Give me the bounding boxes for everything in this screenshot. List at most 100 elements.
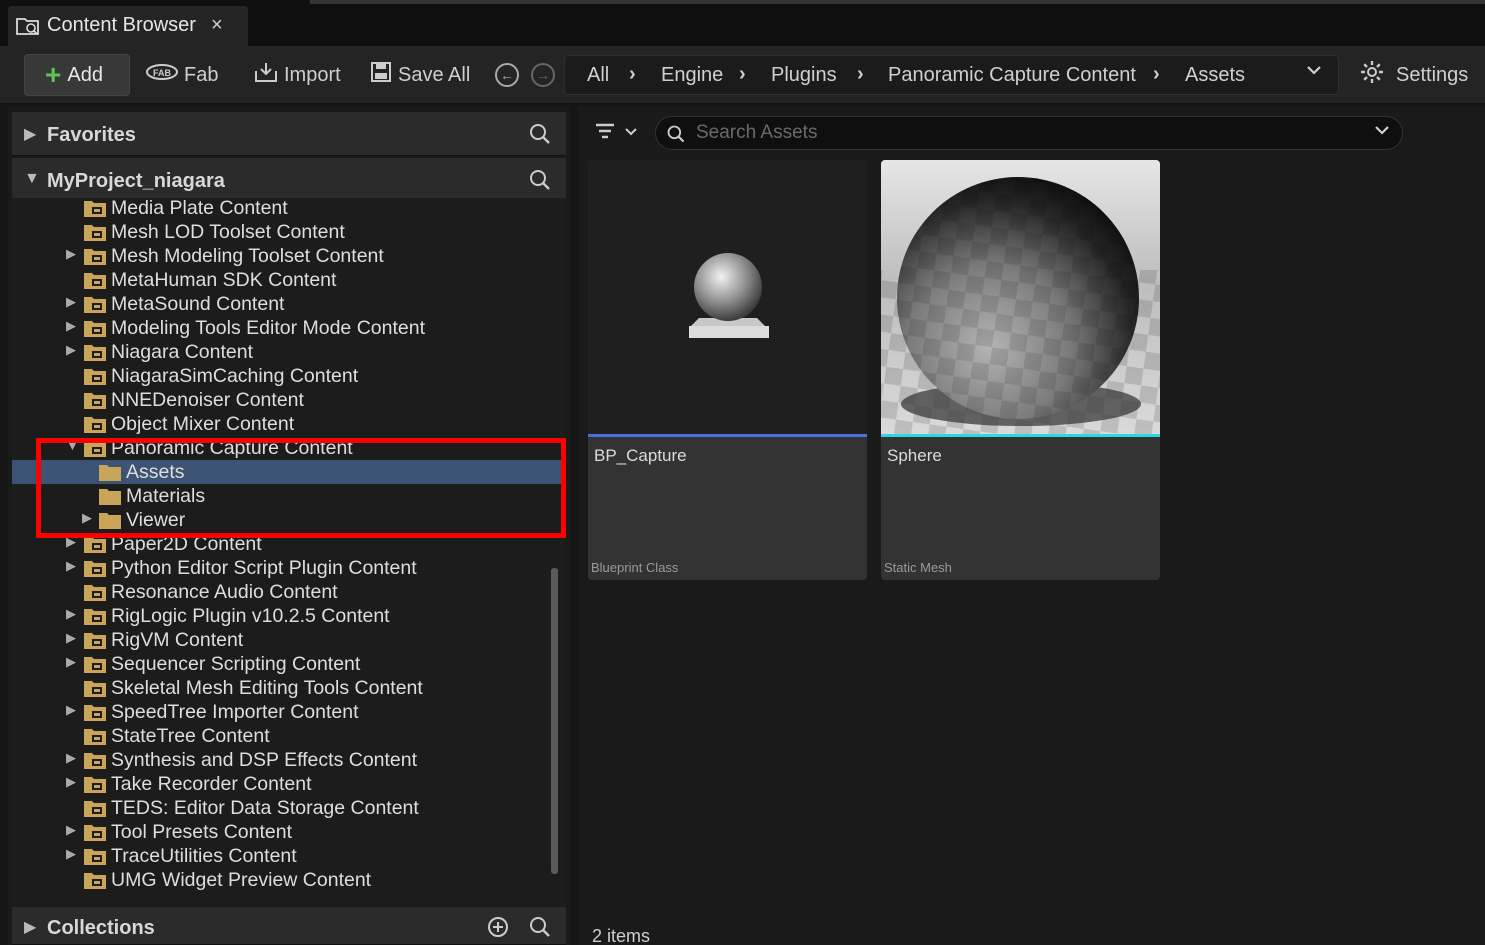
content-browser-icon (16, 16, 40, 36)
tree-item[interactable]: ▶ Modeling Tools Editor Mode Content (12, 316, 566, 340)
tree-item[interactable]: ▶ RigLogic Plugin v10.2.5 Content (12, 604, 566, 628)
import-icon (254, 61, 278, 89)
chevron-right-icon: › (857, 63, 864, 85)
highlight-annotation (36, 438, 566, 538)
add-button[interactable]: + Add (24, 54, 130, 96)
toolbar: + Add FAB Fab Import Save All ← → All › … (0, 46, 1485, 104)
collections-label: Collections (47, 917, 155, 939)
chevron-down-icon[interactable]: ▼ (24, 170, 40, 188)
tree-scrollbar[interactable] (551, 568, 558, 874)
chevron-right-icon[interactable]: ▶ (66, 606, 76, 622)
tree-item-label: RigVM Content (111, 629, 244, 651)
import-button[interactable]: Import (254, 54, 341, 96)
search-icon[interactable] (528, 915, 552, 944)
tree-item[interactable]: ▶ Synthesis and DSP Effects Content (12, 748, 566, 772)
tree-item[interactable]: ▶ MetaSound Content (12, 292, 566, 316)
chevron-right-icon[interactable]: ▶ (66, 702, 76, 718)
tree-item[interactable]: ▶ Mesh Modeling Toolset Content (12, 244, 566, 268)
favorites-header[interactable]: ▶ Favorites (12, 112, 566, 156)
plugin-folder-icon (83, 847, 107, 866)
asset-name: Sphere (887, 446, 942, 465)
tree-item-label: StateTree Content (111, 725, 270, 747)
asset-name: BP_Capture (594, 446, 687, 465)
plugin-folder-icon (83, 703, 107, 722)
folder-tree: Media Plate Content Mesh LOD Toolset Cont… (12, 198, 566, 906)
breadcrumb-engine[interactable]: Engine (661, 64, 723, 87)
breadcrumb-assets[interactable]: Assets (1185, 64, 1245, 87)
chevron-right-icon[interactable]: ▶ (24, 917, 36, 937)
save-all-button[interactable]: Save All (370, 54, 470, 96)
tree-item[interactable]: ▶ TraceUtilities Content (12, 844, 566, 868)
chevron-right-icon[interactable]: ▶ (66, 654, 76, 670)
settings-label: Settings (1396, 63, 1469, 86)
plugin-folder-icon (83, 871, 107, 890)
chevron-right-icon[interactable]: ▶ (66, 558, 76, 574)
tree-item-label: MetaHuman SDK Content (111, 269, 337, 291)
tree-item[interactable]: ▶ SpeedTree Importer Content (12, 700, 566, 724)
breadcrumb-plugins[interactable]: Plugins (771, 64, 837, 87)
chevron-right-icon[interactable]: ▶ (66, 822, 76, 838)
collections-header[interactable]: ▶ Collections (12, 907, 566, 945)
tree-item[interactable]: StateTree Content (12, 724, 566, 748)
breadcrumb-panoramic-capture[interactable]: Panoramic Capture Content (888, 64, 1136, 87)
asset-thumbnail (881, 160, 1160, 434)
tree-item[interactable]: NiagaraSimCaching Content (12, 364, 566, 388)
chevron-right-icon[interactable]: ▶ (66, 630, 76, 646)
chevron-right-icon[interactable]: ▶ (66, 294, 76, 310)
plugin-folder-icon (83, 655, 107, 674)
chevron-right-icon: › (1153, 63, 1160, 85)
tree-item[interactable]: ▶ Tool Presets Content (12, 820, 566, 844)
tree-item-label: NiagaraSimCaching Content (111, 365, 359, 387)
tab-title: Content Browser (47, 14, 196, 36)
chevron-right-icon[interactable]: ▶ (66, 774, 76, 790)
tree-item[interactable]: Media Plate Content (12, 198, 566, 220)
add-circle-icon[interactable] (486, 915, 510, 944)
tree-item-label: Tool Presets Content (111, 821, 293, 843)
asset-tile[interactable]: BP_Capture Blueprint Class (588, 160, 867, 580)
tree-item[interactable]: Object Mixer Content (12, 412, 566, 436)
tree-item[interactable]: ▶ Sequencer Scripting Content (12, 652, 566, 676)
tab-content-browser[interactable]: Content Browser × (8, 6, 248, 46)
tree-item-label: Object Mixer Content (111, 413, 295, 435)
tree-item[interactable]: Mesh LOD Toolset Content (12, 220, 566, 244)
chevron-down-icon[interactable] (1374, 122, 1390, 143)
chevron-right-icon[interactable]: ▶ (66, 750, 76, 766)
fab-button[interactable]: FAB Fab (146, 54, 218, 96)
close-icon[interactable]: × (211, 14, 223, 37)
tree-item[interactable]: NNEDenoiser Content (12, 388, 566, 412)
save-icon (370, 61, 392, 89)
chevron-right-icon[interactable]: ▶ (66, 846, 76, 862)
filter-icon[interactable] (594, 121, 640, 148)
chevron-down-icon[interactable] (1306, 62, 1322, 83)
tree-item[interactable]: Skeletal Mesh Editing Tools Content (12, 676, 566, 700)
tree-item[interactable]: MetaHuman SDK Content (12, 268, 566, 292)
tree-item[interactable]: ▶ Niagara Content (12, 340, 566, 364)
chevron-right-icon[interactable]: ▶ (66, 318, 76, 334)
settings-button[interactable]: Settings (1360, 54, 1468, 96)
chevron-right-icon[interactable]: ▶ (24, 124, 36, 144)
plugin-folder-icon (83, 607, 107, 626)
plugin-folder-icon (83, 799, 107, 818)
forward-arrow-icon[interactable]: → (531, 63, 555, 87)
search-input[interactable] (696, 121, 1336, 145)
back-arrow-icon[interactable]: ← (495, 63, 519, 87)
asset-tile[interactable]: Sphere Static Mesh (881, 160, 1160, 580)
breadcrumb-all[interactable]: All (587, 64, 609, 87)
search-icon[interactable] (528, 168, 552, 197)
chevron-right-icon[interactable]: ▶ (66, 246, 76, 262)
tree-item[interactable]: ▶ Take Recorder Content (12, 772, 566, 796)
tree-item[interactable]: Resonance Audio Content (12, 580, 566, 604)
tree-item[interactable]: TEDS: Editor Data Storage Content (12, 796, 566, 820)
tree-item[interactable]: UMG Widget Preview Content (12, 868, 566, 892)
tree-item-label: Skeletal Mesh Editing Tools Content (111, 677, 423, 699)
asset-type: Static Mesh (884, 560, 952, 575)
tree-item[interactable]: ▶ RigVM Content (12, 628, 566, 652)
plugin-folder-icon (83, 343, 107, 362)
chevron-right-icon[interactable]: ▶ (66, 342, 76, 358)
tree-item[interactable]: ▶ Python Editor Script Plugin Content (12, 556, 566, 580)
tree-item-label: MetaSound Content (111, 293, 285, 315)
plugin-folder-icon (83, 391, 107, 410)
search-icon[interactable] (528, 122, 552, 151)
project-header[interactable]: ▼ MyProject_niagara (12, 158, 566, 202)
tree-item-label: Mesh Modeling Toolset Content (111, 245, 384, 267)
